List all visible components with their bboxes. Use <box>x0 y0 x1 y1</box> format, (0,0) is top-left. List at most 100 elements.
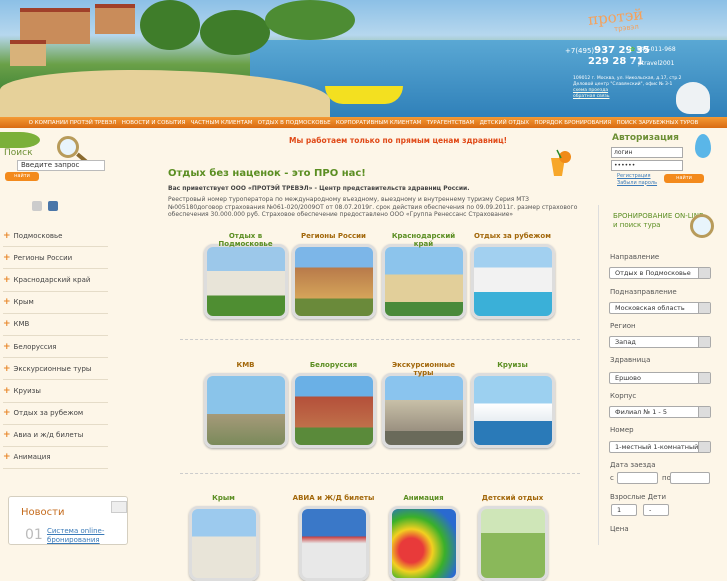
nav-item[interactable]: ОТДЫХ В ПОДМОСКОВЬЕ <box>258 120 331 126</box>
sidebar-item-belarus[interactable]: Белоруссия <box>3 336 108 359</box>
category-card[interactable]: Белоруссия <box>291 361 376 448</box>
category-card[interactable]: Регионы России <box>291 232 376 319</box>
forgot-password-link[interactable]: Забыли пароль <box>617 180 657 187</box>
page-title: Отдых без наценок - это ПРО нас! <box>168 168 366 179</box>
map-link[interactable]: схема проезда <box>573 88 608 93</box>
room-select[interactable]: 1-местный 1-комнатный «Э <box>609 441 711 453</box>
category-card[interactable]: Экскурсионные туры <box>381 361 466 448</box>
sidebar-item-crimea[interactable]: Крым <box>3 292 108 314</box>
sidebar-item-abroad[interactable]: Отдых за рубежом <box>3 403 108 425</box>
print-icon[interactable] <box>32 201 42 211</box>
category-label[interactable]: Отдых за рубежом <box>470 232 555 244</box>
children-select[interactable]: - <box>643 504 669 516</box>
gazebo-image <box>10 40 46 66</box>
category-image[interactable] <box>203 244 288 319</box>
nav-item[interactable]: ЧАСТНЫМ КЛИЕНТАМ <box>191 120 253 126</box>
sidebar-item-regions[interactable]: Регионы России <box>3 247 108 270</box>
category-image[interactable] <box>477 506 548 581</box>
adults-select[interactable]: 1 <box>611 504 637 516</box>
news-link[interactable]: Система online-бронирования <box>47 527 127 545</box>
category-image[interactable] <box>298 506 369 581</box>
category-label[interactable]: Крым <box>181 494 266 506</box>
category-card[interactable]: КМВ <box>203 361 288 448</box>
date-from-input[interactable] <box>617 472 658 484</box>
sidebar-item-excursions[interactable]: Экскурсионные туры <box>3 358 108 381</box>
adults-children-label: Взрослые Дети <box>610 493 667 501</box>
auth-title: Авторизация <box>612 133 679 143</box>
category-label[interactable]: Краснодарский край <box>381 232 466 248</box>
nav-item[interactable]: ПОРЯДОК БРОНИРОВАНИЯ <box>534 120 611 126</box>
category-image[interactable] <box>470 373 555 448</box>
water-drop-icon <box>695 134 711 158</box>
feedback-link[interactable]: обратная связь <box>573 94 609 99</box>
auth-button[interactable]: найти <box>664 174 704 183</box>
category-image[interactable] <box>188 506 259 581</box>
password-input[interactable]: •••••• <box>611 160 683 171</box>
category-label[interactable]: Отдых в Подмосковье <box>203 232 288 248</box>
category-image[interactable] <box>291 244 376 319</box>
vk-icon[interactable] <box>48 201 58 211</box>
category-label[interactable]: Круизы <box>470 361 555 373</box>
address: 109012 г. Москва, ул. Никольская, д.17, … <box>573 76 693 100</box>
magnifier-icon <box>690 214 714 238</box>
room-label: Номер <box>610 426 634 434</box>
house-image <box>20 8 90 44</box>
sidebar-item-cruises[interactable]: Круизы <box>3 380 108 403</box>
nav-item[interactable]: ДЕТСКИЙ ОТДЫХ <box>480 120 529 126</box>
category-label[interactable]: АВИА и Ж/Д билеты <box>291 494 376 506</box>
category-image[interactable] <box>203 373 288 448</box>
nav-item[interactable]: ТУРАГЕНТСТВАМ <box>427 120 475 126</box>
category-image[interactable] <box>381 244 466 319</box>
sidebar-item-tickets[interactable]: Авиа и ж/д билеты <box>3 425 108 447</box>
category-card[interactable]: Детский отдых <box>470 494 555 581</box>
search-input[interactable]: Введите запрос <box>17 160 105 171</box>
date-to-input[interactable] <box>670 472 710 484</box>
sidebar-item-animation[interactable]: Анимация <box>3 447 108 470</box>
category-label[interactable]: Белоруссия <box>291 361 376 373</box>
legal-text: Реестровый номер туроператора по междуна… <box>168 196 578 219</box>
resort-select[interactable]: Ершово <box>609 372 711 384</box>
house-image <box>95 4 135 34</box>
sidebar-item-krasnodar[interactable]: Краснодарский край <box>3 269 108 292</box>
skype-name: Ⓢ ptravel2001 <box>630 60 675 67</box>
category-label[interactable]: Экскурсионные туры <box>381 361 466 377</box>
divider <box>180 473 580 474</box>
subdirection-select[interactable]: Московская область <box>609 302 711 314</box>
category-image[interactable] <box>381 373 466 448</box>
category-label[interactable]: Регионы России <box>291 232 376 244</box>
category-label[interactable]: КМВ <box>203 361 288 373</box>
category-image[interactable] <box>388 506 459 581</box>
subdirection-label: Подназправление <box>610 288 677 296</box>
direction-select[interactable]: Отдых в Подмосковье <box>609 267 711 279</box>
nav-item[interactable]: НОВОСТИ И СОБЫТИЯ <box>122 120 186 126</box>
promo-text: Мы работаем только по прямым ценам здрав… <box>289 136 508 145</box>
search-button[interactable]: найти <box>5 172 39 181</box>
category-card[interactable]: Отдых за рубежом <box>470 232 555 319</box>
category-card[interactable]: Круизы <box>470 361 555 448</box>
nav-item[interactable]: О КОМПАНИИ ПРОТЭЙ ТРЕВЭЛ <box>29 120 117 126</box>
category-card[interactable]: АВИА и Ж/Д билеты <box>291 494 376 581</box>
region-select[interactable]: Запад <box>609 336 711 348</box>
category-card[interactable]: Анимация <box>381 494 466 581</box>
category-image[interactable] <box>470 244 555 319</box>
category-card[interactable]: Крым <box>181 494 266 581</box>
search-panel: Поиск Введите запрос найти <box>0 130 108 182</box>
category-card[interactable]: Краснодарский край <box>381 232 466 319</box>
category-label[interactable]: Детский отдых <box>470 494 555 506</box>
direction-label: Направление <box>610 253 660 261</box>
juice-icon <box>551 149 571 176</box>
divider <box>180 339 580 340</box>
logo-subtitle: трэвэл <box>613 22 640 34</box>
top-nav: О КОМПАНИИ ПРОТЭЙ ТРЕВЭЛ НОВОСТИ И СОБЫТ… <box>0 117 727 128</box>
sidebar-item-kmv[interactable]: КМВ <box>3 314 108 336</box>
sidebar-item-podmoskovye[interactable]: Подмосковье <box>3 225 108 248</box>
category-card[interactable]: Отдых в Подмосковье <box>203 232 288 319</box>
building-select[interactable]: Филиал № 1 - 5 <box>609 406 711 418</box>
login-input[interactable]: логин <box>611 147 683 158</box>
tree-image <box>265 0 355 40</box>
auth-links: Регистрация Забыли пароль <box>617 173 657 186</box>
nav-item[interactable]: КОРПОРАТИВНЫМ КЛИЕНТАМ <box>336 120 421 126</box>
category-image[interactable] <box>291 373 376 448</box>
category-label[interactable]: Анимация <box>381 494 466 506</box>
nav-item[interactable]: ПОИСК ЗАРУБЕЖНЫХ ТУРОВ <box>616 120 698 126</box>
